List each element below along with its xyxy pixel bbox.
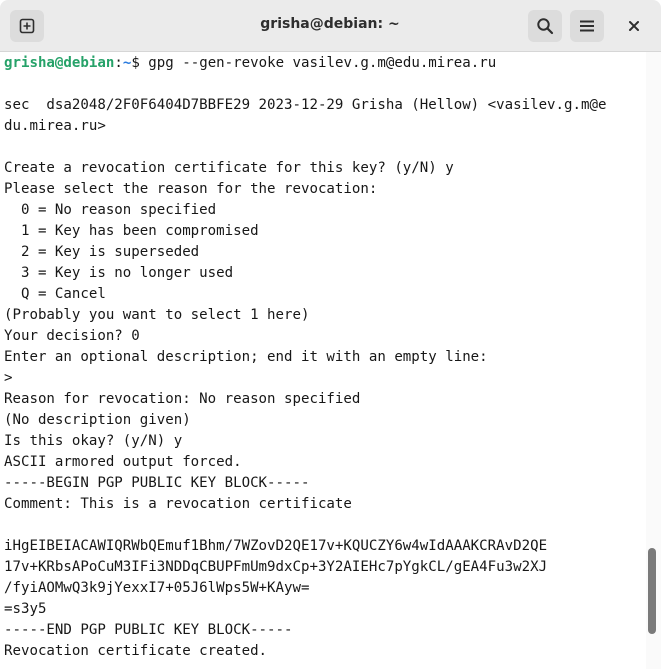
terminal-line: /fyiAOMwQ3k9jYexxI7+05J6lWps5W+KAyw= xyxy=(4,580,310,596)
scrollbar-thumb[interactable] xyxy=(648,548,656,634)
search-icon xyxy=(537,18,554,35)
prompt-line: grisha@debian:~$ gpg --gen-revoke vasile… xyxy=(4,53,496,74)
terminal-line: Q = Cancel xyxy=(4,286,106,302)
terminal-output[interactable]: grisha@debian:~$ gpg --gen-revoke vasile… xyxy=(0,52,646,669)
terminal-line: Please select the reason for the revocat… xyxy=(4,181,378,197)
terminal-line: Enter an optional description; end it wi… xyxy=(4,349,488,365)
terminal-line: Reason for revocation: No reason specifi… xyxy=(4,391,361,407)
terminal-line: =s3y5 xyxy=(4,601,47,617)
terminal-line: 0 = No reason specified xyxy=(4,202,217,218)
terminal-line: sec dsa2048/2F0F6404D7BBFE29 2023-12-29 … xyxy=(4,97,607,113)
terminal-line: Comment: This is a revocation certificat… xyxy=(4,496,352,512)
terminal-line: > xyxy=(4,370,13,386)
search-button[interactable] xyxy=(528,10,562,42)
prompt-symbol: $ xyxy=(131,55,140,71)
terminal-window: grisha@debian: ~ grisha@debian:~$ gpg --… xyxy=(0,0,661,669)
terminal-line: du.mirea.ru> xyxy=(4,118,106,134)
window-title: grisha@debian: ~ xyxy=(260,16,400,32)
terminal-line: 1 = Key has been compromised xyxy=(4,223,259,239)
terminal-line: ASCII armored output forced. xyxy=(4,454,242,470)
terminal-line: 3 = Key is no longer used xyxy=(4,265,234,281)
terminal-line: -----BEGIN PGP PUBLIC KEY BLOCK----- xyxy=(4,475,310,491)
terminal-line: Your decision? 0 xyxy=(4,328,140,344)
prompt-user: grisha@debian xyxy=(4,55,115,71)
close-button[interactable] xyxy=(617,10,651,42)
title-bar[interactable]: grisha@debian: ~ xyxy=(0,0,661,52)
new-tab-icon xyxy=(19,18,35,34)
terminal-line: 2 = Key is superseded xyxy=(4,244,200,260)
terminal-line: (Probably you want to select 1 here) xyxy=(4,307,310,323)
new-tab-button[interactable] xyxy=(10,10,44,42)
terminal-line: Revocation certificate created. xyxy=(4,643,268,659)
menu-button[interactable] xyxy=(570,10,604,42)
hamburger-menu-icon xyxy=(580,20,594,32)
terminal-line: iHgEIBEIACAWIQRWbQEmuf1Bhm/7WZovD2QE17v+… xyxy=(4,538,548,554)
prompt-command: gpg --gen-revoke vasilev.g.m@edu.mirea.r… xyxy=(139,55,497,71)
close-icon xyxy=(629,21,639,31)
prompt-separator: : xyxy=(114,55,123,71)
terminal-line: Is this okay? (y/N) y xyxy=(4,433,183,449)
terminal-line: 17v+KRbsAPoCuM3IFi3NDDqCBUPFmUm9dxCp+3Y2… xyxy=(4,559,548,575)
terminal-line: Create a revocation certificate for this… xyxy=(4,160,454,176)
terminal-line: -----END PGP PUBLIC KEY BLOCK----- xyxy=(4,622,293,638)
terminal-line: (No description given) xyxy=(4,412,191,428)
